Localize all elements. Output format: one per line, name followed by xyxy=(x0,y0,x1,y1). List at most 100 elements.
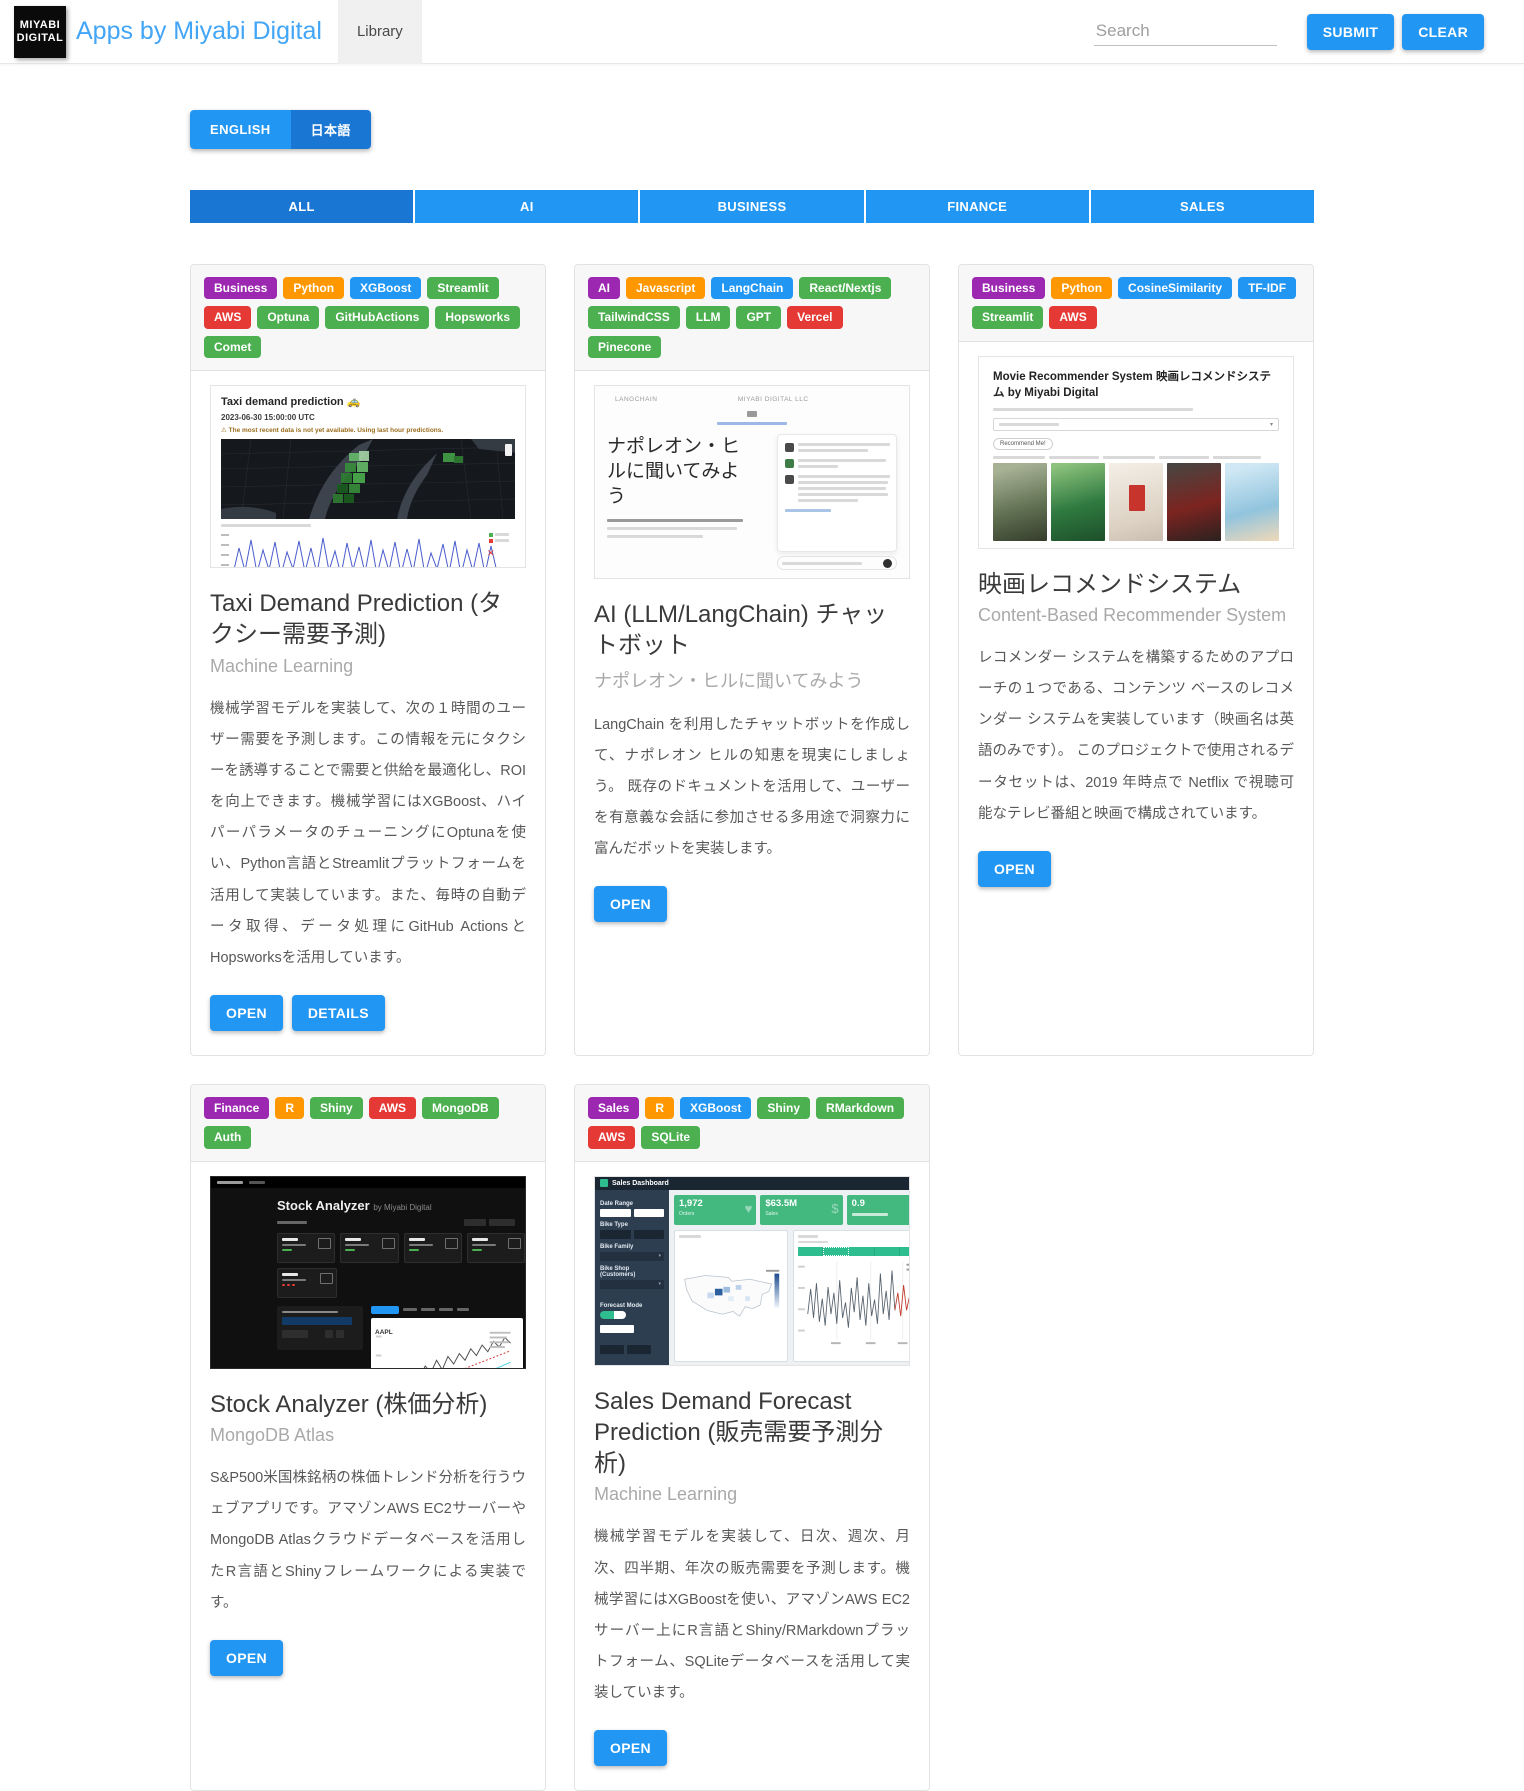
stock-app-screenshot: Stock Analyzer by Miyabi Digital xyxy=(210,1176,526,1369)
stock-title-text: Stock Analyzer xyxy=(277,1198,370,1213)
taxi-demand-chart: ✕ xyxy=(221,530,515,568)
lang-english-button[interactable]: ENGLISH xyxy=(190,110,291,149)
send-icon xyxy=(883,559,892,568)
tag: Finance xyxy=(204,1097,269,1119)
tag: R xyxy=(645,1097,674,1119)
details-button[interactable]: DETAILS xyxy=(292,995,385,1031)
tag: Vercel xyxy=(787,306,842,328)
taxi-chart-caption-bar xyxy=(221,524,311,527)
card-subtitle: MongoDB Atlas xyxy=(210,1425,526,1446)
card-description: 機械学習モデルを実装して、日次、週次、月次、四半期、年次の販売需要を予測します。… xyxy=(594,1522,910,1709)
tag: Python xyxy=(1051,277,1112,299)
tag: Auth xyxy=(204,1126,251,1148)
open-button[interactable]: OPEN xyxy=(594,886,667,922)
sales-forecast-panel xyxy=(793,1230,910,1362)
tag: LangChain xyxy=(711,277,793,299)
tag: Javascript xyxy=(626,277,705,299)
heart-pulse-icon: ♥ xyxy=(745,1201,753,1216)
tab-finance[interactable]: FINANCE xyxy=(866,190,1089,223)
open-button[interactable]: OPEN xyxy=(978,851,1051,887)
card-subtitle: ナポレオン・ヒルに聞いてみよう xyxy=(594,667,910,693)
card-description: LangChain を利用したチャットボットを作成して、ナポレオン ヒルの知恵を… xyxy=(594,710,910,866)
tag: Streamlit xyxy=(972,306,1043,328)
tag: CosineSimilarity xyxy=(1118,277,1232,299)
category-tabs: ALL AI BUSINESS FINANCE SALES xyxy=(190,190,1314,223)
kpi-label: Orders xyxy=(679,1211,751,1217)
tag-list: Finance R Shiny AWS MongoDB Auth xyxy=(191,1085,545,1162)
tag: GPT xyxy=(736,306,781,328)
header-actions: SUBMIT CLEAR xyxy=(1094,14,1484,50)
miyabi-digital-logo-icon: MIYABI DIGITAL xyxy=(14,6,66,58)
tag: SQLite xyxy=(641,1126,700,1148)
kpi-value: $63.5M xyxy=(765,1198,837,1209)
app-card-sales-forecast: Sales R XGBoost Shiny RMarkdown AWS SQLi… xyxy=(574,1084,930,1791)
app-card-movie-recommender: Business Python CosineSimilarity TF-IDF … xyxy=(958,264,1314,1056)
tag: TF-IDF xyxy=(1238,277,1296,299)
poster-image xyxy=(1167,463,1221,541)
sales-timeseries-chart xyxy=(798,1256,910,1348)
taxi-preview-title: Taxi demand prediction 🚕 xyxy=(221,395,515,408)
language-toggle: ENGLISH 日本語 xyxy=(190,110,371,149)
tag-list: Sales R XGBoost Shiny RMarkdown AWS SQLi… xyxy=(575,1085,929,1162)
sidebar-label: Date Range xyxy=(600,1201,664,1207)
card-description: レコメンダー システムを構築するためのアプローチの１つである、コンテンツ ベース… xyxy=(978,643,1294,830)
lang-japanese-button[interactable]: 日本語 xyxy=(291,110,371,149)
card-title: Sales Demand Forecast Prediction (販売需要予測… xyxy=(594,1386,910,1480)
app-title[interactable]: Apps by Miyabi Digital xyxy=(76,17,322,46)
card-title: Stock Analyzer (株価分析) xyxy=(210,1389,526,1420)
tag: Streamlit xyxy=(427,277,498,299)
tag: TailwindCSS xyxy=(588,306,680,328)
sidebar-label: Bike Type xyxy=(600,1222,664,1228)
app-card-ai-chatbot: AI Javascript LangChain React/Nextjs Tai… xyxy=(574,264,930,1056)
tab-all[interactable]: ALL xyxy=(190,190,413,223)
tab-business[interactable]: BUSINESS xyxy=(640,190,863,223)
header: MIYABI DIGITAL Apps by Miyabi Digital Li… xyxy=(0,0,1524,64)
card-title: AI (LLM/LangChain) チャットボット xyxy=(594,599,910,661)
poster-image xyxy=(1051,463,1105,541)
clear-button[interactable]: CLEAR xyxy=(1402,14,1484,50)
open-button[interactable]: OPEN xyxy=(594,1730,667,1766)
tag: React/Nextjs xyxy=(799,277,891,299)
open-button[interactable]: OPEN xyxy=(210,995,283,1031)
card-subtitle: Content-Based Recommender System xyxy=(978,605,1294,626)
tag: AWS xyxy=(369,1097,416,1119)
sales-map-panel xyxy=(674,1230,788,1362)
dollar-icon: $ xyxy=(831,1201,838,1216)
card-subtitle: Machine Learning xyxy=(210,656,526,677)
tag: Sales xyxy=(588,1097,639,1119)
stock-price-chart: AAPL xyxy=(371,1318,523,1369)
sales-sidebar: Date Range Bike Type Bike Family ▾ Bike … xyxy=(595,1190,669,1365)
tag: R xyxy=(275,1097,304,1119)
tag: Optuna xyxy=(257,306,319,328)
chat-brand: LANGCHAIN xyxy=(615,396,657,403)
card-description: S&P500米国株銘柄の株価トレンド分析を行うウェブアプリです。アマゾンAWS … xyxy=(210,1463,526,1619)
tag: Comet xyxy=(204,336,261,358)
taxi-app-screenshot: Taxi demand prediction 🚕 2023-06-30 15:0… xyxy=(210,385,526,568)
chat-heading: ナポレオン・ヒルに聞いてみよう xyxy=(607,435,745,509)
tab-ai[interactable]: AI xyxy=(415,190,638,223)
tag: Shiny xyxy=(757,1097,810,1119)
kpi-value: 1,972 xyxy=(679,1198,751,1209)
tag: LLM xyxy=(686,306,731,328)
sidebar-label: Bike Family xyxy=(600,1244,664,1250)
tag: AWS xyxy=(1049,306,1096,328)
tag: RMarkdown xyxy=(816,1097,904,1119)
poster-image xyxy=(1109,463,1163,541)
tag: MongoDB xyxy=(422,1097,499,1119)
open-button[interactable]: OPEN xyxy=(210,1640,283,1676)
chat-messages-panel xyxy=(777,434,897,552)
poster-image xyxy=(1225,463,1279,541)
poster-image xyxy=(993,463,1047,541)
submit-button[interactable]: SUBMIT xyxy=(1307,14,1394,50)
tab-sales[interactable]: SALES xyxy=(1091,190,1314,223)
search-input[interactable] xyxy=(1094,17,1277,46)
tag: XGBoost xyxy=(680,1097,751,1119)
chatbot-app-screenshot: LANGCHAIN MIYABI DIGITAL LLC ナポレオン・ヒルに聞い… xyxy=(594,385,910,579)
tab-library[interactable]: Library xyxy=(338,0,422,64)
logo-line1: MIYABI xyxy=(20,19,61,32)
movie-heading: Movie Recommender System 映画レコメンドシステム by … xyxy=(993,369,1279,402)
taxi-preview-timestamp: 2023-06-30 15:00:00 UTC xyxy=(221,413,515,422)
movie-app-screenshot: Movie Recommender System 映画レコメンドシステム by … xyxy=(978,356,1294,549)
tag: Business xyxy=(972,277,1045,299)
movie-select-mock: ▾ xyxy=(993,418,1279,431)
